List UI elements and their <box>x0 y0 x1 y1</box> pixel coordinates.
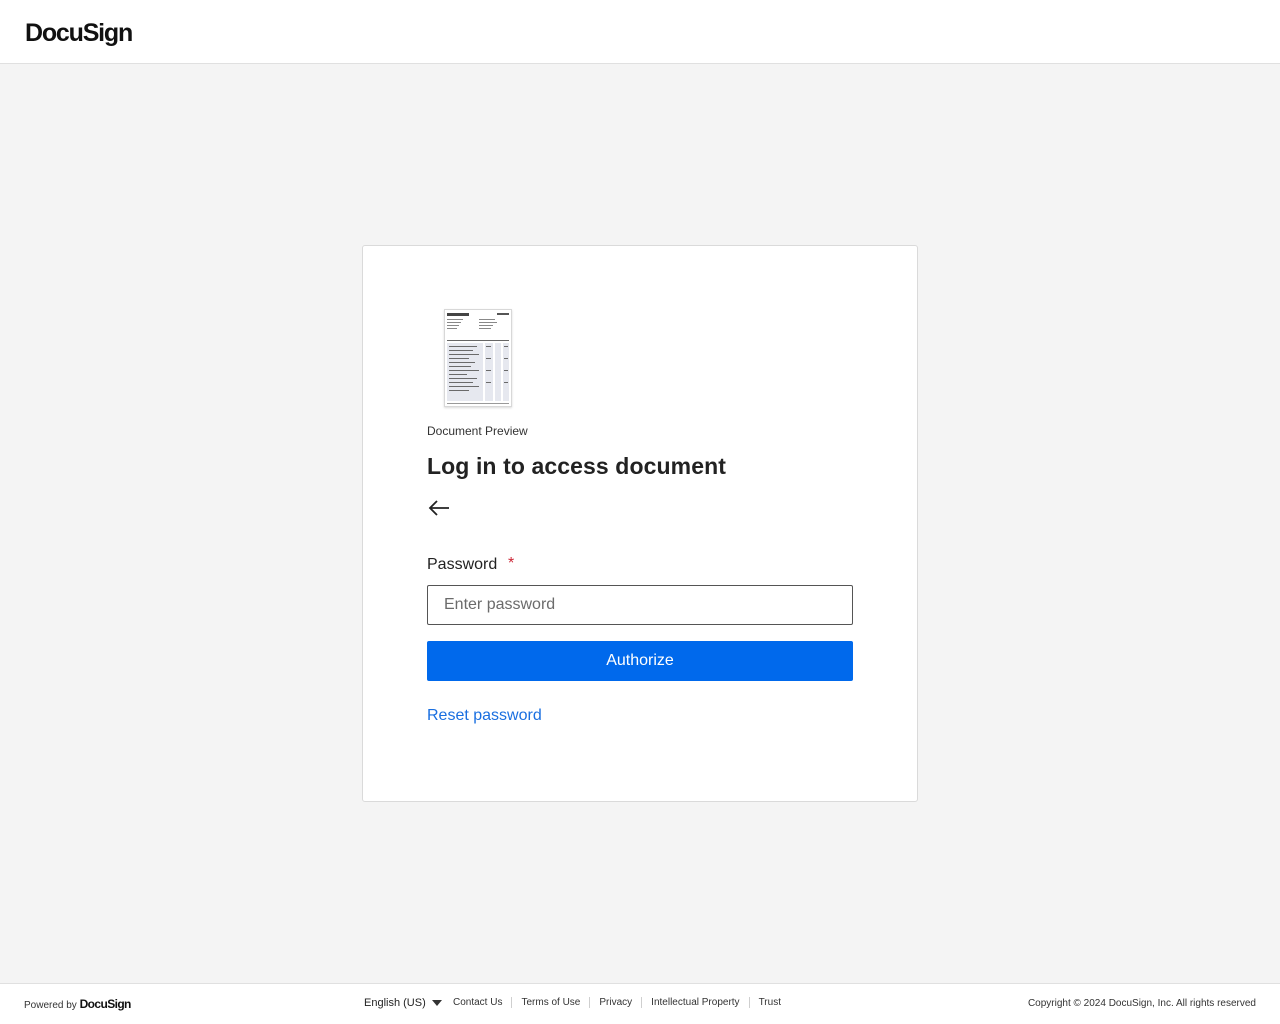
top-bar: DocuSign <box>0 0 1280 64</box>
required-marker: * <box>508 555 515 572</box>
authorize-button[interactable]: Authorize <box>427 641 853 681</box>
language-selector[interactable]: English (US) <box>364 997 442 1009</box>
language-label: English (US) <box>364 997 426 1009</box>
login-card: Document Preview Log in to access docume… <box>362 245 918 802</box>
password-label: Password <box>427 556 498 573</box>
footer: Powered by DocuSign English (US) Contact… <box>0 983 1280 1024</box>
reset-password-link[interactable]: Reset password <box>427 707 542 725</box>
privacy-link[interactable]: Privacy <box>599 997 632 1008</box>
docusign-logo[interactable]: DocuSign <box>25 19 133 48</box>
footer-links: Contact Us Terms of Use Privacy Intellec… <box>453 997 781 1008</box>
trust-link[interactable]: Trust <box>759 997 781 1008</box>
intellectual-property-link[interactable]: Intellectual Property <box>651 997 739 1008</box>
terms-of-use-link[interactable]: Terms of Use <box>521 997 580 1008</box>
password-input[interactable] <box>427 585 853 625</box>
contact-us-link[interactable]: Contact Us <box>453 997 502 1008</box>
powered-by-text: Powered by <box>24 1000 77 1011</box>
arrow-left-icon <box>428 499 449 516</box>
back-button[interactable] <box>425 498 453 520</box>
copyright-text: Copyright © 2024 DocuSign, Inc. All righ… <box>1027 998 1256 1009</box>
document-preview-caption: Document Preview <box>427 424 528 438</box>
document-page-icon <box>447 313 509 404</box>
page-title: Log in to access document <box>427 453 726 479</box>
powered-by: Powered by DocuSign <box>24 997 131 1011</box>
footer-docusign-logo: DocuSign <box>79 997 132 1011</box>
divider <box>589 997 591 1008</box>
divider <box>748 997 750 1008</box>
caret-down-icon <box>431 1000 442 1007</box>
divider <box>511 997 513 1008</box>
document-preview-thumbnail <box>444 309 512 407</box>
divider <box>641 997 643 1008</box>
